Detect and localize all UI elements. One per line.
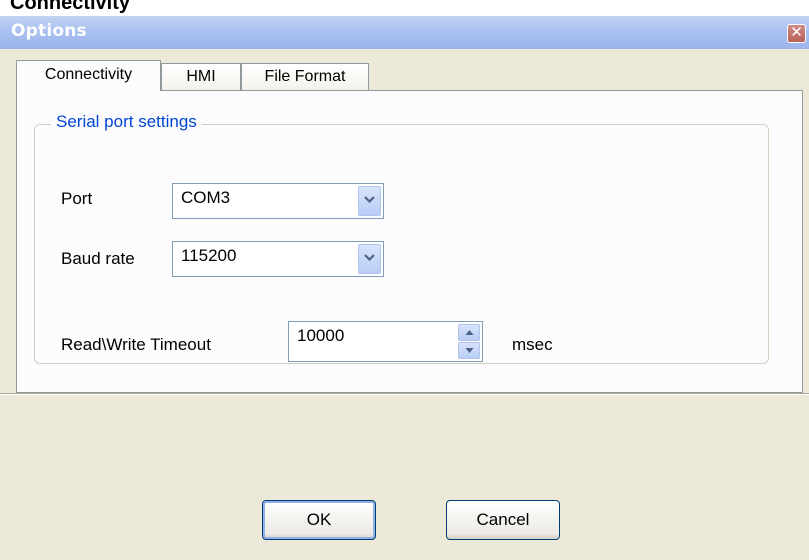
chevron-down-icon — [364, 254, 375, 262]
timeout-label: Read\Write Timeout — [61, 335, 211, 354]
port-dropdown-button[interactable] — [358, 186, 381, 216]
port-combobox[interactable]: COM3 — [172, 183, 384, 219]
groupbox-title: Serial port settings — [51, 112, 202, 132]
options-dialog: Options ✕ Connectivity HMI File Format S… — [0, 16, 809, 560]
close-button[interactable]: ✕ — [787, 24, 806, 43]
port-value: COM3 — [181, 188, 231, 207]
baud-rate-combobox[interactable]: 115200 — [172, 241, 384, 277]
timeout-spinbox[interactable]: 10000 — [288, 321, 483, 362]
arrow-down-icon — [465, 348, 474, 353]
timeout-unit-label: msec — [512, 335, 553, 354]
timeout-value: 10000 — [297, 326, 345, 345]
tab-bar: Connectivity HMI File Format — [0, 49, 809, 91]
close-icon: ✕ — [790, 24, 803, 41]
baud-rate-label: Baud rate — [61, 249, 135, 268]
title-bar[interactable]: Options ✕ — [0, 16, 809, 49]
tab-file-format[interactable]: File Format — [241, 63, 369, 90]
divider — [0, 393, 809, 395]
port-label: Port — [61, 189, 93, 208]
tab-connectivity[interactable]: Connectivity — [16, 60, 161, 91]
spin-up-button[interactable] — [458, 324, 480, 341]
arrow-up-icon — [465, 330, 474, 335]
connectivity-panel: Serial port settings Port COM3 Baud rate… — [16, 90, 803, 393]
serial-port-groupbox: Serial port settings Port COM3 Baud rate… — [34, 112, 769, 364]
window-title: Options — [11, 21, 87, 41]
spin-down-button[interactable] — [458, 342, 480, 359]
page-heading: Connectivity — [10, 0, 131, 14]
baud-rate-value: 115200 — [181, 246, 237, 265]
chevron-down-icon — [364, 196, 375, 204]
timeout-spin-buttons — [458, 324, 480, 359]
cancel-button[interactable]: Cancel — [446, 500, 560, 540]
tab-hmi[interactable]: HMI — [161, 63, 241, 90]
ok-button[interactable]: OK — [262, 500, 376, 540]
baud-rate-dropdown-button[interactable] — [358, 244, 381, 274]
